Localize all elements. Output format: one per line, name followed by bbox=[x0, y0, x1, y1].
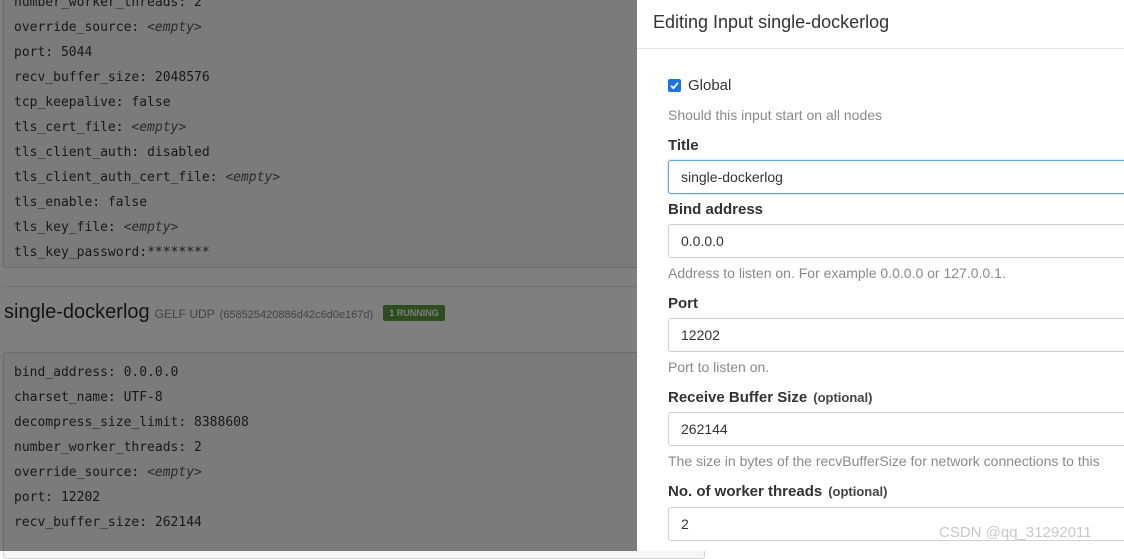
worker-threads-label: No. of worker threads (optional) bbox=[668, 483, 887, 500]
global-label[interactable]: Global bbox=[688, 77, 731, 94]
port-input[interactable] bbox=[668, 318, 1124, 352]
bind-address-input[interactable] bbox=[668, 224, 1124, 258]
checkmark-icon bbox=[670, 82, 679, 90]
worker-threads-label-text: No. of worker threads bbox=[668, 483, 823, 500]
receive-buffer-label: Receive Buffer Size (optional) bbox=[668, 389, 872, 406]
global-help-text: Should this input start on all nodes bbox=[668, 107, 883, 123]
port-help-text: Port to listen on. bbox=[668, 359, 770, 375]
title-input[interactable] bbox=[668, 160, 1124, 194]
modal-header: Editing Input single-dockerlog bbox=[637, 0, 1124, 49]
optional-marker: (optional) bbox=[828, 484, 888, 499]
port-label: Port bbox=[668, 295, 698, 312]
receive-buffer-help-text: The size in bytes of the recvBufferSize … bbox=[668, 453, 1100, 469]
watermark: CSDN @qq_31292011 bbox=[939, 524, 1092, 541]
title-label: Title bbox=[668, 137, 699, 154]
bind-address-label: Bind address bbox=[668, 201, 764, 218]
receive-buffer-input[interactable] bbox=[668, 412, 1124, 446]
bind-address-help-text: Address to listen on. For example 0.0.0.… bbox=[668, 265, 1006, 281]
receive-buffer-label-text: Receive Buffer Size bbox=[668, 389, 808, 406]
optional-marker: (optional) bbox=[813, 390, 873, 405]
modal-title: Editing Input single-dockerlog bbox=[653, 12, 890, 32]
global-checkbox[interactable] bbox=[668, 79, 681, 92]
